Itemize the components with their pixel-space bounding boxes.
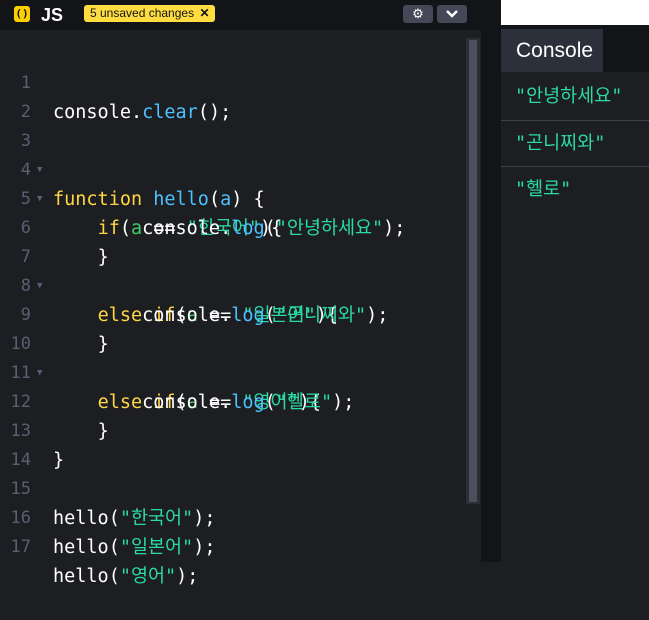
- code-line: 16 hello("일본어");: [0, 475, 470, 558]
- code-token: (: [108, 566, 120, 587]
- code-line: 13 }: [0, 388, 470, 471]
- js-editor-pane[interactable]: () JS 5 unsaved changes ✕ ⚙ 1 console.cl…: [0, 0, 481, 587]
- code-token: );: [176, 566, 199, 587]
- console-tabbar: Console: [501, 25, 649, 72]
- unsaved-changes-text: 5 unsaved changes: [90, 6, 195, 20]
- code-line: 12 }: [0, 359, 470, 442]
- unsaved-changes-badge[interactable]: 5 unsaved changes ✕: [84, 5, 215, 22]
- code-line: 14: [0, 417, 470, 470]
- code-line: 15 hello("한국어");: [0, 446, 470, 529]
- code-line: 9 }: [0, 272, 470, 355]
- code-line: 3 ▼ function hello(a) {: [0, 98, 470, 210]
- chevron-down-icon: [446, 10, 458, 18]
- code-line: 6 }: [0, 185, 470, 268]
- code-line: 10 ▼ else if(a == "영어"){: [0, 301, 470, 413]
- code-line: 7 ▼ else if(a == "일본어"){: [0, 214, 470, 326]
- editor-settings-button[interactable]: ⚙: [403, 5, 433, 23]
- code-line: 1 console.clear();: [0, 40, 470, 123]
- code-token: );: [193, 537, 216, 558]
- line-number: 17: [10, 537, 31, 557]
- editor-language-label: JS: [41, 5, 64, 25]
- gear-icon: ⚙: [412, 6, 424, 21]
- code-line: 2: [0, 69, 470, 122]
- tab-console[interactable]: Console: [501, 29, 603, 72]
- editor-collapse-button[interactable]: [437, 5, 467, 23]
- pane-resize-divider[interactable]: [481, 0, 501, 562]
- editor-header: () JS 5 unsaved changes ✕ ⚙: [0, 0, 481, 30]
- console-pane: Console "안녕하세요" "곤니찌와" "헬로": [501, 0, 649, 562]
- console-log-entry: "곤니찌와": [501, 121, 649, 167]
- code-line: 11 console.log("헬로");: [0, 330, 470, 413]
- code-token: hello: [53, 566, 109, 587]
- editor-scrollbar-thumb[interactable]: [469, 40, 477, 502]
- code-line: 5 console.log("안녕하세요");: [0, 156, 470, 239]
- js-braces-icon: (): [14, 6, 30, 22]
- code-token: (: [108, 537, 120, 558]
- code-line: 8 console.log("곤니찌와");: [0, 243, 470, 326]
- console-log-entry: "헬로": [515, 179, 572, 200]
- close-icon[interactable]: ✕: [199, 6, 209, 20]
- code-line: 17 hello("영어");: [0, 504, 470, 587]
- code-token: "일본어": [119, 537, 194, 558]
- code-token: "영어": [119, 566, 177, 587]
- console-log-entry: "안녕하세요": [501, 75, 649, 121]
- code-line: 4 ▼ if(a == "한국어"){: [0, 127, 470, 239]
- console-top-strip: [501, 0, 649, 25]
